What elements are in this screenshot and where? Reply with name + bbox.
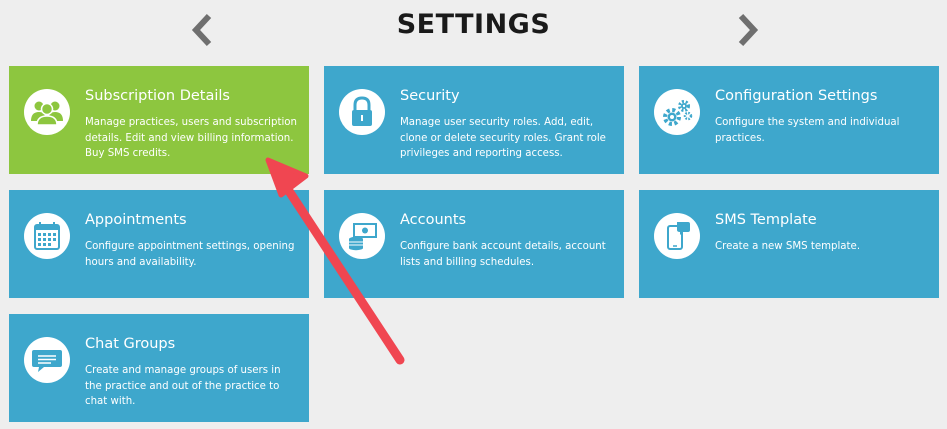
security-tile[interactable]: Security Manage user security roles. Add…: [324, 66, 624, 174]
tile-title: SMS Template: [715, 212, 817, 228]
tile-description: Configure appointment settings, opening …: [85, 241, 295, 268]
tile-description: Manage practices, users and subscription…: [85, 117, 297, 159]
tile-description: Configure the system and individual prac…: [715, 117, 900, 144]
sms-template-tile[interactable]: SMS Template Create a new SMS template.: [639, 190, 939, 298]
tile-title: Security: [400, 88, 460, 104]
gears-icon: [654, 89, 700, 135]
chevron-right-icon: [738, 13, 759, 47]
chat-bubble-icon: [24, 337, 70, 383]
tile-description: Configure bank account details, account …: [400, 241, 606, 268]
next-page-button[interactable]: [736, 13, 760, 47]
calendar-icon: [24, 213, 70, 259]
chat-groups-tile[interactable]: Chat Groups Create and manage groups of …: [9, 314, 309, 422]
tile-title: Appointments: [85, 212, 187, 228]
appointments-tile[interactable]: Appointments Configure appointment setti…: [9, 190, 309, 298]
tile-title: Configuration Settings: [715, 88, 878, 104]
mobile-phone-icon: [654, 213, 700, 259]
settings-header: SETTINGS: [0, 0, 947, 60]
page-title: SETTINGS: [396, 9, 551, 40]
users-icon: [24, 89, 70, 135]
lock-icon: [339, 89, 385, 135]
tile-description: Manage user security roles. Add, edit, c…: [400, 117, 606, 159]
money-icon: [339, 213, 385, 259]
tile-title: Chat Groups: [85, 336, 176, 352]
tile-description: Create and manage groups of users in the…: [85, 365, 281, 407]
subscription-details-tile[interactable]: Subscription Details Manage practices, u…: [9, 66, 309, 174]
configuration-settings-tile[interactable]: Configuration Settings Configure the sys…: [639, 66, 939, 174]
tile-title: Subscription Details: [85, 88, 230, 104]
accounts-tile[interactable]: Accounts Configure bank account details,…: [324, 190, 624, 298]
tile-title: Accounts: [400, 212, 467, 228]
tile-description: Create a new SMS template.: [715, 241, 861, 252]
